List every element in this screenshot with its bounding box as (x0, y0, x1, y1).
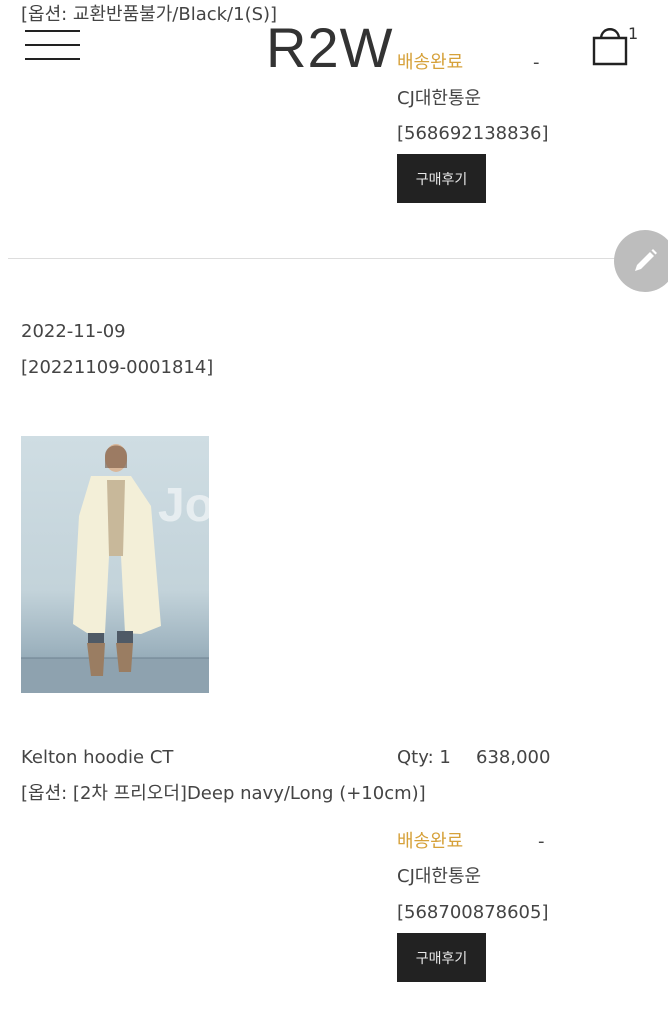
edit-button[interactable] (614, 230, 668, 292)
order-status: 배송완료 (397, 831, 464, 852)
hamburger-icon[interactable] (25, 30, 80, 72)
prev-dash: - (533, 52, 540, 73)
product-price: 638,000 (476, 747, 551, 768)
order-tracking-number[interactable]: [568700878605] (397, 900, 548, 926)
order-dash: - (538, 831, 545, 852)
prev-option-text: [옵션: 교환반품불가/Black/1(S)] (21, 4, 278, 25)
product-name[interactable]: Kelton hoodie CT (21, 745, 173, 771)
product-image[interactable]: Jo (21, 436, 209, 693)
product-option-text: [옵션: [2차 프리오더]Deep navy/Long (+10cm)] (21, 783, 426, 804)
cart-count: 1 (628, 24, 639, 43)
order-courier: CJ대한통운 (397, 866, 482, 887)
product-photo (21, 444, 209, 693)
shopping-bag-icon (592, 28, 628, 66)
prev-courier: CJ대한통운 (397, 88, 482, 109)
product-qty: Qty: 1 (397, 747, 451, 768)
prev-status: 배송완료 (397, 52, 464, 73)
pencil-icon (635, 249, 657, 271)
review-button[interactable]: 구매후기 (397, 933, 486, 982)
order-number[interactable]: [20221109-0001814] (21, 355, 213, 381)
site-logo[interactable]: R2W (266, 20, 393, 76)
order-divider (8, 258, 668, 259)
prev-review-button[interactable]: 구매후기 (397, 154, 486, 203)
image-watermark: Jo (158, 479, 209, 532)
prev-tracking-number[interactable]: [568692138836] (397, 121, 548, 147)
order-date: 2022-11-09 (21, 321, 126, 342)
